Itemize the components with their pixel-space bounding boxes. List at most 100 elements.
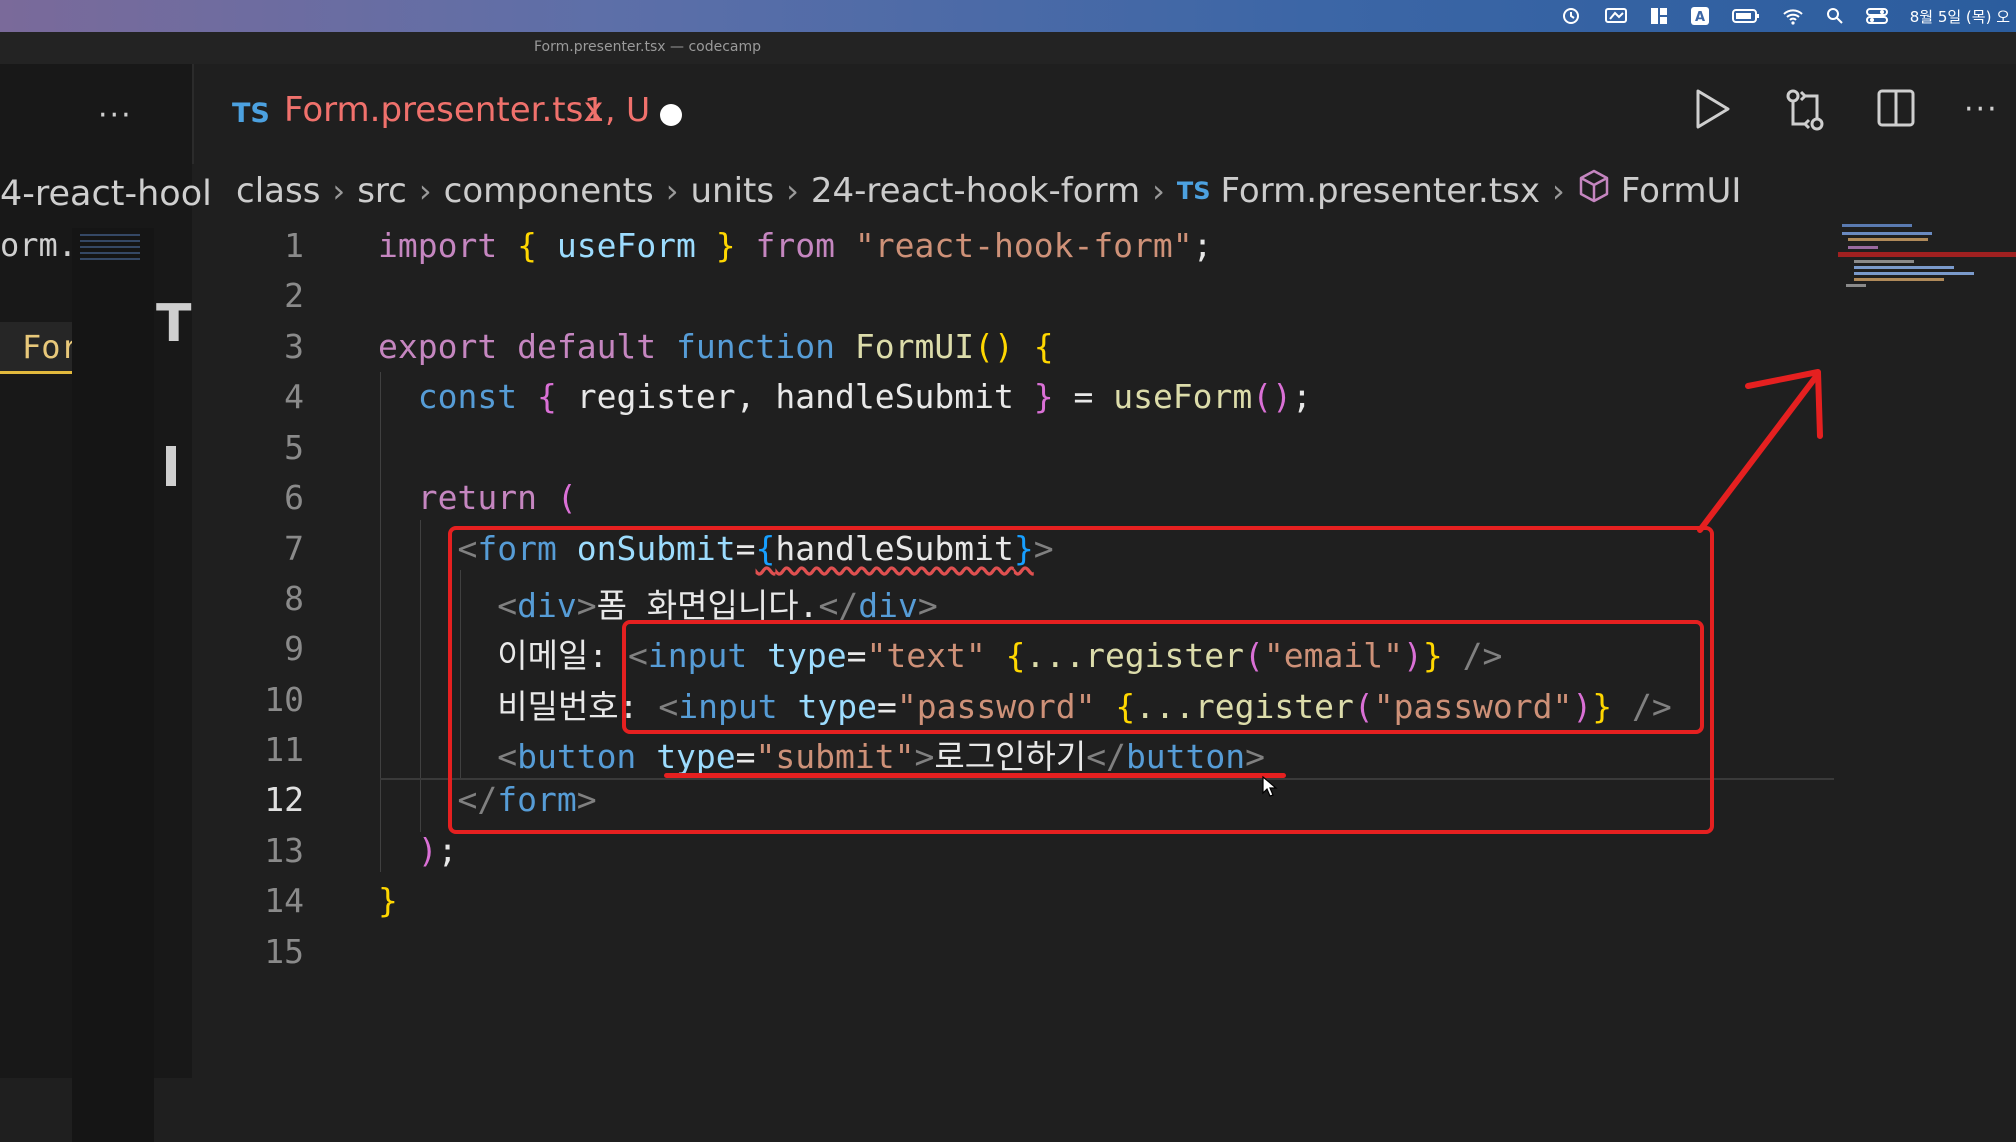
control-center-icon[interactable] [1865, 7, 1888, 25]
window-title: Form.presenter.tsx — codecamp [534, 39, 762, 55]
sidebar-preview-pane [72, 228, 154, 1142]
annotation-box-inputs [622, 620, 1704, 734]
code-operator: = [1073, 377, 1094, 416]
compare-changes-icon[interactable] [1784, 88, 1826, 136]
annotation-underline-submit [664, 773, 1286, 778]
breadcrumb-item-class[interactable]: class [236, 171, 320, 211]
spotlight-search-icon[interactable] [1826, 7, 1844, 25]
symbol-cube-icon [1577, 168, 1611, 213]
code-punct: ; [1292, 377, 1312, 416]
battery-icon[interactable] [1731, 8, 1760, 24]
code-function-call: useForm [1113, 377, 1253, 416]
line-number: 7 [284, 529, 304, 568]
unsaved-dot-icon[interactable] [660, 104, 682, 126]
code-identifier: useForm [556, 226, 696, 265]
code-bracket: } [378, 881, 398, 920]
line-number: 11 [264, 730, 304, 769]
chevron-right-icon: › [1152, 171, 1165, 210]
window-title-bar: Form.presenter.tsx — codecamp [0, 32, 2016, 64]
chevron-right-icon: › [665, 171, 679, 210]
layout-icon[interactable] [1650, 7, 1668, 25]
code-bracket: ( [556, 478, 577, 517]
code-line: import { useForm } from "react-hook-form… [378, 226, 1213, 265]
breadcrumb-item-units[interactable]: units [691, 171, 775, 211]
sidebar-letter: T [156, 294, 192, 354]
line-number: 6 [284, 478, 304, 517]
line-number: 4 [284, 377, 304, 416]
svg-text:A: A [1695, 10, 1705, 25]
tab-form-presenter[interactable]: TS Form.presenter.tsx 1, U [194, 64, 714, 164]
time-machine-icon[interactable] [1560, 6, 1582, 26]
line-number: 8 [284, 579, 304, 618]
mouse-cursor-icon [1262, 775, 1278, 802]
line-number: 14 [264, 881, 304, 920]
line-number: 3 [284, 327, 304, 366]
code-bracket: } [1033, 377, 1054, 416]
tab-status: 1, U [584, 90, 651, 129]
code-identifier: handleSubmit [775, 377, 1014, 416]
typescript-file-icon: TS [232, 98, 270, 129]
code-bracket: () [1252, 377, 1293, 416]
line-number: 1 [284, 226, 304, 265]
code-line: ); [378, 831, 458, 870]
sidebar-file-item[interactable]: orm. [0, 226, 77, 264]
run-icon[interactable] [1694, 88, 1732, 134]
code-bracket: { [1033, 327, 1054, 366]
code-function-name: FormUI [854, 327, 975, 366]
line-number: 15 [264, 932, 304, 971]
code-punct: ; [1192, 226, 1213, 265]
line-number: 5 [284, 428, 304, 467]
explorer-sidebar: ··· 4-react-hool orm. For T [0, 64, 212, 1142]
input-source-icon[interactable]: A [1690, 6, 1710, 26]
code-keyword: return [417, 478, 537, 517]
macos-menu-bar: A 8월 5일 (목) 오 [0, 0, 2016, 32]
minimap[interactable] [1838, 220, 2016, 310]
code-bracket: { [517, 226, 537, 265]
code-bracket: ) [417, 831, 438, 870]
code-keyword: const [417, 377, 518, 416]
breadcrumb: class › src › components › units › 24-re… [236, 168, 1741, 213]
code-bracket: { [536, 377, 557, 416]
chevron-right-icon: › [332, 171, 346, 210]
code-keyword: default [517, 327, 657, 366]
ellipsis-icon[interactable]: ··· [98, 98, 133, 133]
sidebar-scroll-thumb[interactable] [166, 446, 176, 486]
code-keyword: import [378, 226, 498, 265]
chevron-right-icon: › [786, 171, 799, 210]
menubar-clock[interactable]: 8월 5일 (목) 오 [1910, 6, 2010, 27]
line-number: 2 [284, 276, 304, 315]
code-line: } [378, 881, 398, 920]
code-identifier: register, [576, 377, 756, 416]
annotation-arrow-icon [1697, 369, 1823, 533]
tab-filename: Form.presenter.tsx [284, 90, 604, 130]
chevron-right-icon: › [418, 171, 432, 210]
preview-code-lines [80, 234, 140, 264]
split-editor-icon[interactable] [1876, 88, 1916, 132]
code-keyword: function [676, 327, 835, 366]
breadcrumb-item-folder[interactable]: 24-react-hook-form [811, 171, 1140, 211]
line-number: 10 [264, 680, 304, 719]
sidebar-file-item-active[interactable]: For [0, 322, 72, 374]
status-tray: A 8월 5일 (목) 오 [1560, 0, 2010, 32]
line-number: 13 [264, 831, 304, 870]
breadcrumb-item-file[interactable]: Form.presenter.tsx [1221, 171, 1540, 211]
code-string: "react-hook-form" [854, 226, 1193, 265]
typescript-file-icon: TS [1176, 176, 1211, 205]
line-number-active: 12 [264, 780, 304, 819]
code-punct: ; [437, 831, 458, 870]
wifi-icon[interactable] [1782, 7, 1804, 25]
breadcrumb-item-symbol[interactable]: FormUI [1621, 171, 1742, 211]
breadcrumb-item-src[interactable]: src [357, 171, 407, 211]
breadcrumb-item-components[interactable]: components [444, 171, 654, 211]
editor-tab-bar: TS Form.presenter.tsx 1, U [192, 64, 2016, 164]
code-line: return ( [378, 478, 577, 517]
screen-mirroring-icon[interactable] [1604, 6, 1628, 26]
chevron-right-icon: › [1552, 171, 1565, 210]
line-number: 9 [284, 629, 304, 668]
code-bracket: () [974, 327, 1014, 366]
sidebar-folder-name[interactable]: 4-react-hool [0, 174, 212, 214]
code-line: export default function FormUI() { [378, 327, 1054, 366]
ellipsis-icon[interactable]: ··· [1964, 92, 1999, 127]
code-keyword: export [378, 327, 498, 366]
code-bracket: } [715, 226, 736, 265]
